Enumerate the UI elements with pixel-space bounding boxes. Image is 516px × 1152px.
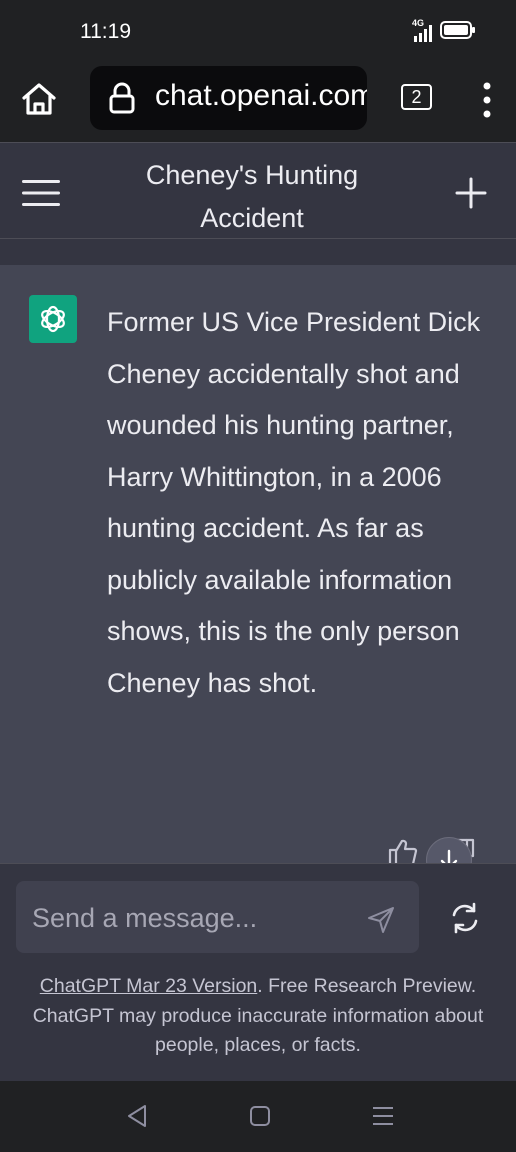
- url-bar[interactable]: chat.openai.com: [90, 66, 367, 130]
- disclaimer-footer: ChatGPT Mar 23 Version. Free Research Pr…: [30, 972, 486, 1061]
- status-time: 11:19: [80, 20, 131, 43]
- regenerate-icon[interactable]: [448, 901, 482, 935]
- lock-icon: [108, 82, 136, 114]
- back-icon[interactable]: [126, 1104, 148, 1128]
- message-input-box: [16, 881, 419, 953]
- chat-title: Cheney's Hunting Accident: [145, 160, 359, 233]
- network-type-label: 4G: [412, 17, 425, 28]
- hamburger-menu-icon[interactable]: [22, 178, 60, 208]
- message-input[interactable]: [30, 897, 354, 939]
- tabs-icon[interactable]: 2: [401, 84, 432, 110]
- version-link[interactable]: ChatGPT Mar 23 Version: [40, 975, 258, 997]
- battery-icon: [440, 20, 476, 45]
- signal-icon: 4G: [412, 18, 432, 42]
- recents-icon[interactable]: [371, 1104, 395, 1128]
- new-chat-plus-icon[interactable]: [455, 177, 487, 209]
- more-vert-icon[interactable]: [478, 80, 496, 120]
- send-icon[interactable]: [366, 905, 396, 935]
- home-icon[interactable]: [18, 78, 60, 120]
- message-text: Former US Vice President Dick Cheney acc…: [107, 307, 481, 698]
- system-icons: 4G: [412, 18, 476, 45]
- url-text: chat.openai.com: [155, 79, 367, 112]
- openai-logo-icon: [29, 295, 77, 343]
- nav-home-icon[interactable]: [249, 1105, 271, 1127]
